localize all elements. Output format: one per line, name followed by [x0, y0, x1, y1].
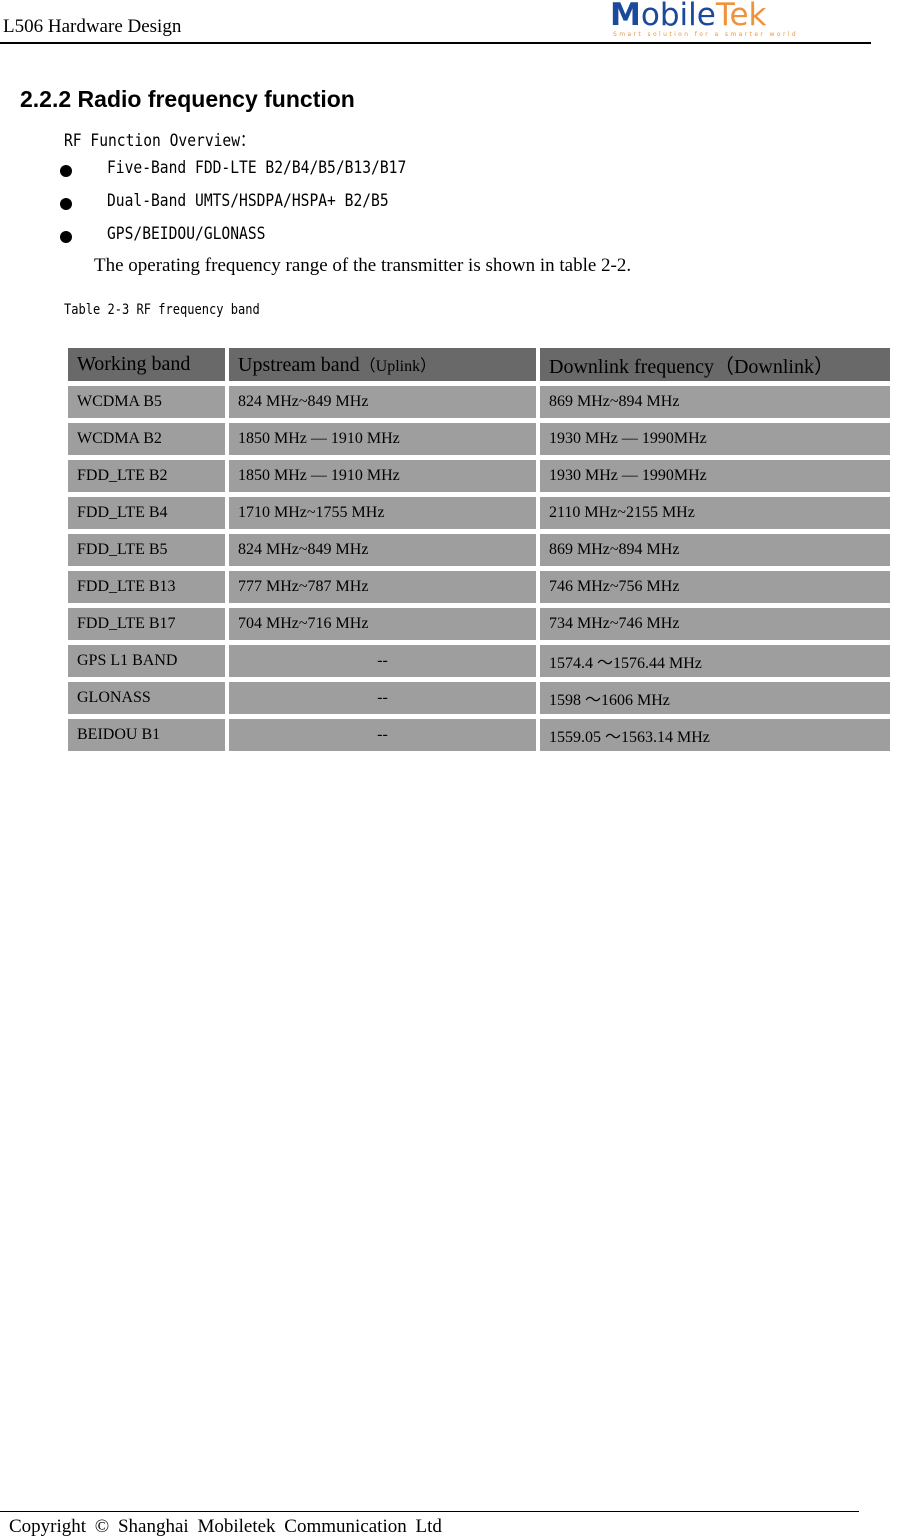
cell-uplink: 824 MHz~849 MHz [229, 386, 536, 418]
cell-band: GPS L1 BAND [68, 645, 225, 677]
footer-divider [0, 1511, 859, 1512]
table-row: WCDMA B5 824 MHz~849 MHz 869 MHz~894 MHz [68, 386, 890, 418]
cell-downlink: 869 MHz~894 MHz [540, 386, 890, 418]
table-row: GLONASS -- 1598 ～1606 MHz [68, 682, 890, 714]
table-caption: Table 2-3 RF frequency band [64, 302, 260, 318]
cell-downlink: 1559.05 ～1563.14 MHz [540, 719, 890, 751]
document-title: L506 Hardware Design [3, 16, 182, 37]
bullet-icon [60, 231, 72, 243]
table-row: FDD_LTE B4 1710 MHz~1755 MHz 2110 MHz~21… [68, 497, 890, 529]
header-downlink: Downlink frequency（Downlink） [540, 348, 890, 381]
cell-band: BEIDOU B1 [68, 719, 225, 751]
list-item-text: GPS/BEIDOU/GLONASS [107, 224, 266, 244]
logo-wave-m: M [610, 0, 641, 33]
table-header-row: Working band Upstream band（Uplink） Downl… [68, 348, 890, 381]
cell-downlink: 2110 MHz~2155 MHz [540, 497, 890, 529]
logo-wordmark: MobileTek [610, 0, 767, 33]
header-divider [0, 42, 871, 44]
overview-label: RF Function Overview： [64, 131, 255, 151]
cell-uplink: 1710 MHz~1755 MHz [229, 497, 536, 529]
cell-band: FDD_LTE B17 [68, 608, 225, 640]
cell-uplink: -- [229, 682, 536, 714]
cell-downlink: 734 MHz~746 MHz [540, 608, 890, 640]
cell-uplink: 704 MHz~716 MHz [229, 608, 536, 640]
cell-band: GLONASS [68, 682, 225, 714]
header-uplink-sub: （Uplink） [359, 358, 437, 375]
cell-downlink: 1574.4 ～1576.44 MHz [540, 645, 890, 677]
cell-uplink: -- [229, 719, 536, 751]
cell-downlink: 1930 MHz — 1990MHz [540, 460, 890, 492]
rf-frequency-table: Working band Upstream band（Uplink） Downl… [64, 343, 894, 756]
bullet-icon [60, 165, 72, 177]
cell-uplink: 777 MHz~787 MHz [229, 571, 536, 603]
mobiletek-logo: MobileTek Smart solution for a smarter w… [610, 0, 820, 40]
cell-downlink: 1930 MHz — 1990MHz [540, 423, 890, 455]
copyright-text: Copyright © Shanghai Mobiletek Communica… [9, 1516, 442, 1537]
table-row: FDD_LTE B2 1850 MHz — 1910 MHz 1930 MHz … [68, 460, 890, 492]
cell-band: FDD_LTE B2 [68, 460, 225, 492]
list-item-text: Five-Band FDD-LTE B2/B4/B5/B13/B17 [107, 158, 407, 178]
cell-downlink: 1598 ～1606 MHz [540, 682, 890, 714]
cell-band: FDD_LTE B13 [68, 571, 225, 603]
table-row: GPS L1 BAND -- 1574.4 ～1576.44 MHz [68, 645, 890, 677]
table-row: FDD_LTE B17 704 MHz~716 MHz 734 MHz~746 … [68, 608, 890, 640]
cell-uplink: 824 MHz~849 MHz [229, 534, 536, 566]
table-row: FDD_LTE B5 824 MHz~849 MHz 869 MHz~894 M… [68, 534, 890, 566]
body-paragraph: The operating frequency range of the tra… [94, 255, 632, 276]
logo-tagline: Smart solution for a smarter world [613, 31, 799, 38]
table-row: FDD_LTE B13 777 MHz~787 MHz 746 MHz~756 … [68, 571, 890, 603]
cell-band: FDD_LTE B4 [68, 497, 225, 529]
cell-uplink: -- [229, 645, 536, 677]
cell-band: FDD_LTE B5 [68, 534, 225, 566]
section-heading: 2.2.2 Radio frequency function [20, 86, 355, 112]
table-row: BEIDOU B1 -- 1559.05 ～1563.14 MHz [68, 719, 890, 751]
header-uplink: Upstream band（Uplink） [229, 348, 536, 381]
cell-uplink: 1850 MHz — 1910 MHz [229, 460, 536, 492]
logo-text-obile: obile [640, 0, 716, 33]
cell-band: WCDMA B2 [68, 423, 225, 455]
cell-downlink: 869 MHz~894 MHz [540, 534, 890, 566]
cell-uplink: 1850 MHz — 1910 MHz [229, 423, 536, 455]
bullet-icon [60, 198, 72, 210]
list-item-text: Dual-Band UMTS/HSDPA/HSPA+ B2/B5 [107, 191, 389, 211]
cell-downlink: 746 MHz~756 MHz [540, 571, 890, 603]
header-uplink-main: Upstream band [238, 354, 360, 376]
logo-text-tek: Tek [715, 0, 767, 33]
header-working-band: Working band [68, 348, 225, 381]
cell-band: WCDMA B5 [68, 386, 225, 418]
table-row: WCDMA B2 1850 MHz — 1910 MHz 1930 MHz — … [68, 423, 890, 455]
